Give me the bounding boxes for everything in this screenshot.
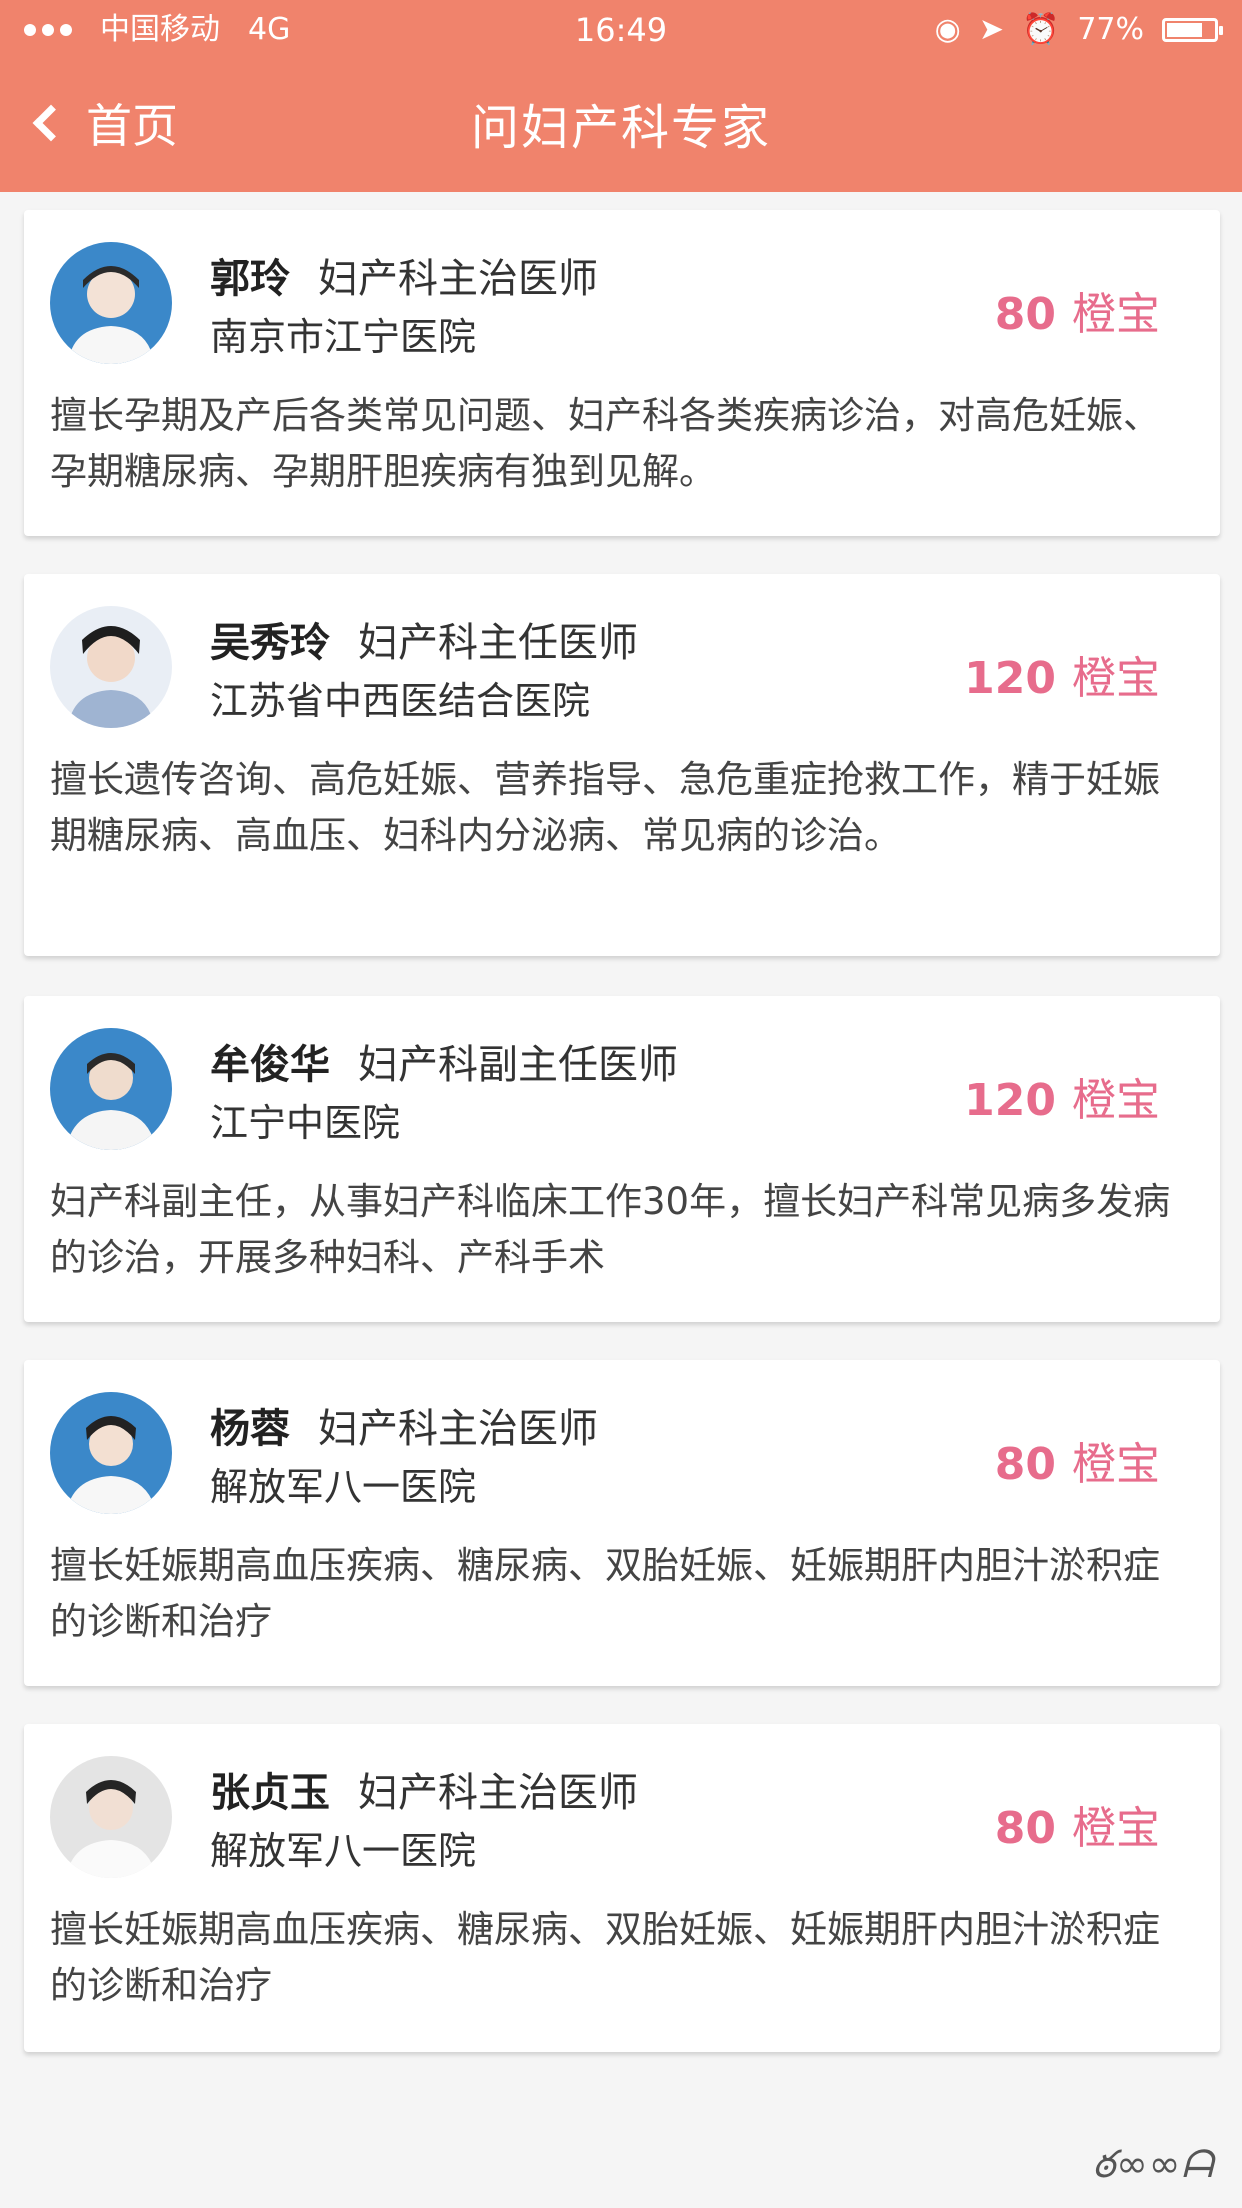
price-value: 80 xyxy=(994,1803,1056,1854)
doctor-card[interactable]: 牟俊华 妇产科副主任医师 江宁中医院 120 橙宝 妇产科副主任，从事妇产科临床工作… xyxy=(24,996,1220,1322)
doctor-card[interactable]: 张贞玉 妇产科主治医师 解放军八一医院 80 橙宝 擅长妊娠期高血压疾病、糖尿病、双… xyxy=(24,1724,1220,2052)
doctor-avatar xyxy=(50,1028,172,1150)
doctor-hospital: 江苏省中西医结合医院 xyxy=(210,679,591,723)
watermark-logo: ఠ∞∞ᗩ xyxy=(1092,2142,1214,2186)
lock-rotation-icon: ◉ xyxy=(934,12,961,47)
status-bar: 中国移动 4G 16:49 ◉ ➤ ⏰ 77% xyxy=(0,0,1242,60)
doctor-name: 张贞玉 xyxy=(210,1770,330,1816)
doctor-description: 擅长遗传咨询、高危妊娠、营养指导、急危重症抢救工作，精于妊娠期糖尿病、高血压、妇… xyxy=(50,758,1160,857)
doctor-avatar xyxy=(50,242,172,364)
doctor-name: 牟俊华 xyxy=(210,1042,330,1088)
doctor-description: 妇产科副主任，从事妇产科临床工作30年，擅长妇产科常见病多发病的诊治，开展多种妇… xyxy=(50,1180,1171,1279)
doctor-hospital: 南京市江宁医院 xyxy=(210,315,477,359)
doctor-title: 妇产科主任医师 xyxy=(358,620,638,666)
doctor-card[interactable]: 杨蓉 妇产科主治医师 解放军八一医院 80 橙宝 擅长妊娠期高血压疾病、糖尿病、双胎… xyxy=(24,1360,1220,1686)
doctor-hospital: 解放军八一医院 xyxy=(210,1829,477,1873)
battery-fill xyxy=(1167,23,1203,37)
doctor-description: 擅长妊娠期高血压疾病、糖尿病、双胎妊娠、妊娠期肝内胆汁淤积症的诊断和治疗 xyxy=(50,1544,1160,1643)
doctor-title: 妇产科主治医师 xyxy=(318,256,598,302)
battery-icon xyxy=(1162,18,1223,42)
price-label: 80 橙宝 xyxy=(995,278,1160,342)
price-label: 80 橙宝 xyxy=(995,1792,1160,1856)
price-unit: 橙宝 xyxy=(1072,289,1160,340)
price-label: 120 橙宝 xyxy=(964,1064,1160,1128)
doctor-name: 郭玲 xyxy=(210,256,290,302)
name-line: 郭玲 妇产科主治医师 xyxy=(210,246,598,304)
doctor-name: 吴秀玲 xyxy=(210,620,330,666)
price-value: 80 xyxy=(994,289,1056,340)
status-right: ◉ ➤ ⏰ 77% xyxy=(934,0,1223,60)
battery-percent: 77% xyxy=(1077,12,1144,47)
doctor-hospital: 解放军八一医院 xyxy=(210,1465,477,1509)
price-label: 120 橙宝 xyxy=(964,642,1160,706)
doctor-description: 擅长妊娠期高血压疾病、糖尿病、双胎妊娠、妊娠期肝内胆汁淤积症的诊断和治疗 xyxy=(50,1908,1160,2007)
name-line: 牟俊华 妇产科副主任医师 xyxy=(210,1032,678,1090)
price-unit: 橙宝 xyxy=(1072,1075,1160,1126)
doctor-description: 擅长孕期及产后各类常见问题、妇产科各类疾病诊治，对高危妊娠、孕期糖尿病、孕期肝胆… xyxy=(50,394,1160,493)
price-unit: 橙宝 xyxy=(1072,1439,1160,1490)
doctor-card[interactable]: 吴秀玲 妇产科主任医师 江苏省中西医结合医院 120 橙宝 擅长遗传咨询、高危妊娠、… xyxy=(24,574,1220,956)
doctor-name: 杨蓉 xyxy=(210,1406,290,1452)
doctor-hospital: 江宁中医院 xyxy=(210,1101,401,1145)
doctor-avatar xyxy=(50,1756,172,1878)
price-unit: 橙宝 xyxy=(1072,1803,1160,1854)
doctor-avatar xyxy=(50,606,172,728)
alarm-icon: ⏰ xyxy=(1021,12,1060,47)
price-value: 120 xyxy=(964,1075,1056,1126)
navigation-bar: 首页 问妇产科专家 xyxy=(0,60,1242,192)
doctor-title: 妇产科主治医师 xyxy=(318,1406,598,1452)
doctor-avatar xyxy=(50,1392,172,1514)
doctor-card[interactable]: 郭玲 妇产科主治医师 南京市江宁医院 80 橙宝 擅长孕期及产后各类常见问题、妇产科… xyxy=(24,210,1220,536)
price-value: 120 xyxy=(964,653,1056,704)
doctor-title: 妇产科副主任医师 xyxy=(358,1042,678,1088)
price-label: 80 橙宝 xyxy=(995,1428,1160,1492)
name-line: 杨蓉 妇产科主治医师 xyxy=(210,1396,598,1454)
name-line: 吴秀玲 妇产科主任医师 xyxy=(210,610,638,668)
location-icon: ➤ xyxy=(978,12,1004,47)
name-line: 张贞玉 妇产科主治医师 xyxy=(210,1760,638,1818)
price-value: 80 xyxy=(994,1439,1056,1490)
page-title: 问妇产科专家 xyxy=(470,100,771,156)
price-unit: 橙宝 xyxy=(1072,653,1160,704)
doctor-title: 妇产科主治医师 xyxy=(358,1770,638,1816)
header: 中国移动 4G 16:49 ◉ ➤ ⏰ 77% 首页 问妇产科专家 xyxy=(0,0,1242,192)
